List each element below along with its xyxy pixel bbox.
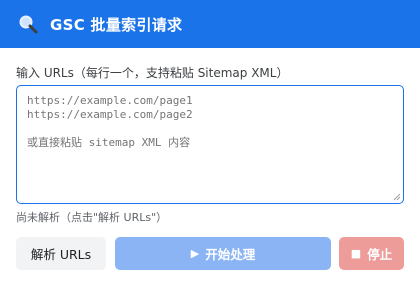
resize-handle-icon[interactable]	[393, 193, 401, 201]
app-title: GSC 批量索引请求	[50, 15, 183, 34]
stop-button[interactable]: ■ 停止	[339, 237, 404, 270]
stop-label: 停止	[367, 247, 393, 262]
url-input[interactable]	[17, 86, 403, 203]
header-bar: GSC 批量索引请求	[0, 0, 420, 48]
url-input-label: 输入 URLs（每行一个，支持粘贴 Sitemap XML）	[16, 66, 289, 80]
start-processing-button[interactable]: ▶ 开始处理	[115, 237, 331, 270]
url-input-container	[16, 85, 404, 204]
parse-status-text: 尚未解析（点击"解析 URLs"）	[16, 211, 168, 224]
stop-icon: ■	[350, 247, 362, 260]
play-icon: ▶	[190, 247, 200, 260]
parse-urls-label: 解析 URLs	[30, 247, 92, 262]
parse-urls-button[interactable]: 解析 URLs	[16, 237, 106, 270]
magnifier-icon	[19, 15, 38, 34]
start-processing-label: 开始处理	[205, 247, 256, 262]
